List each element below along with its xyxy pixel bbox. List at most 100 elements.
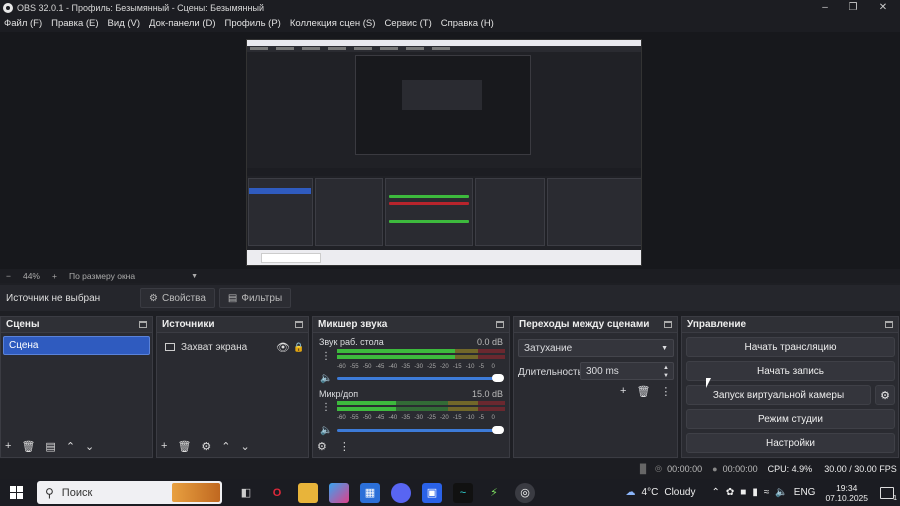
menu-docks[interactable]: Док-панели (D) <box>149 18 215 29</box>
discord-icon[interactable] <box>391 482 411 503</box>
zoom-out-button[interactable]: − <box>6 271 11 281</box>
duration-spinbox[interactable]: 300 ms ▲ ▼ <box>580 362 674 380</box>
move-down-icon[interactable]: ⌄ <box>241 440 250 453</box>
menu-edit[interactable]: Правка (E) <box>51 18 98 29</box>
advanced-audio-icon[interactable]: ⚙ <box>317 440 327 453</box>
channel-db: 15.0 dB <box>471 389 503 399</box>
gear-icon[interactable]: ⚙ <box>201 440 211 453</box>
undock-icon[interactable] <box>496 321 504 328</box>
add-scene-button[interactable]: + <box>5 440 11 452</box>
scale-tick: -25 <box>427 415 436 421</box>
chevron-down-icon: ▼ <box>661 344 668 352</box>
notification-icon[interactable]: 1 <box>880 486 897 502</box>
preview-canvas[interactable] <box>246 39 642 266</box>
scale-tick: -5 <box>478 415 485 421</box>
taskbar-search[interactable]: ⚲ Поиск <box>37 481 222 504</box>
record-time: 00:00:00 <box>722 464 758 474</box>
volume-slider[interactable] <box>337 374 505 382</box>
chevron-down-icon[interactable]: ▼ <box>191 273 198 280</box>
windows-start-icon[interactable] <box>10 486 23 499</box>
volume-icon[interactable]: 🔈 <box>775 487 787 498</box>
menu-profile[interactable]: Профиль (P) <box>225 18 281 29</box>
copilot-icon[interactable] <box>329 482 349 503</box>
stream-icon: ⦾ <box>654 463 663 474</box>
gear-icon: ⚙ <box>880 389 890 402</box>
task-view-icon[interactable]: ◧ <box>236 483 256 503</box>
obs-taskbar-icon[interactable]: ◎ <box>515 482 535 503</box>
app-icon[interactable]: ▣ <box>422 482 442 503</box>
kebab-menu-icon[interactable]: ⋮ <box>339 440 350 453</box>
kebab-menu-icon[interactable]: ⋮ <box>321 351 331 362</box>
settings-button[interactable]: Настройки <box>686 433 895 453</box>
filters-button[interactable]: ▤ Фильтры <box>218 288 292 308</box>
undock-icon[interactable] <box>885 321 893 328</box>
move-down-icon[interactable]: ⌄ <box>85 440 94 453</box>
volume-slider[interactable] <box>337 426 505 434</box>
scale-tick: -40 <box>388 415 398 421</box>
scale-tick: -20 <box>440 415 449 421</box>
transition-select[interactable]: Затухание ▼ <box>518 339 674 357</box>
close-button[interactable]: ✕ <box>868 0 898 15</box>
undock-icon[interactable] <box>295 321 303 328</box>
zoom-in-button[interactable]: + <box>52 271 57 281</box>
slider-handle[interactable] <box>491 426 504 434</box>
slider-handle[interactable] <box>491 374 504 382</box>
virtual-camera-settings-button[interactable]: ⚙ <box>875 385 895 405</box>
kebab-menu-icon[interactable]: ⋮ <box>660 385 671 398</box>
source-item[interactable]: Захват экрана 👁 🔒 <box>157 337 308 357</box>
scale-tick: -60 <box>337 364 346 370</box>
source-toolbar: Источник не выбран ⚙ Свойства ▤ Фильтры <box>0 285 900 311</box>
scale-tick: -10 <box>465 415 475 421</box>
weather-cloud-icon[interactable]: ☁ <box>626 487 636 498</box>
mouse-cursor-icon <box>706 378 711 388</box>
start-virtual-camera-button[interactable]: Запуск виртуальной камеры <box>686 385 871 405</box>
scene-item[interactable]: Сцена <box>3 336 150 355</box>
trash-icon[interactable]: 🗑 <box>21 440 35 453</box>
speaker-icon[interactable]: 🔈 <box>320 373 332 384</box>
channel-db: 0.0 dB <box>476 337 503 347</box>
scale-tick: -15 <box>452 415 462 421</box>
battery-icon[interactable]: ▮ <box>752 487 758 498</box>
add-source-button[interactable]: + <box>161 440 167 452</box>
lightning-app-icon[interactable]: ⚡ <box>484 483 504 503</box>
minimize-button[interactable]: – <box>810 0 840 15</box>
zoom-fit-select[interactable]: По размеру окна <box>69 271 135 281</box>
kebab-menu-icon[interactable]: ⋮ <box>321 402 331 413</box>
undock-icon[interactable] <box>664 321 672 328</box>
tray-chevron-icon[interactable]: ⌃ <box>711 487 719 498</box>
clock[interactable]: 19:34 07.10.2025 <box>825 483 868 503</box>
fps-counter: 30.00 / 30.00 FPS <box>824 464 897 474</box>
eye-icon[interactable]: 👁 <box>276 341 290 354</box>
store-icon[interactable]: ▦ <box>360 482 380 503</box>
trash-icon[interactable]: 🗑 <box>636 385 650 398</box>
properties-button[interactable]: ⚙ Свойства <box>140 288 215 308</box>
tray-app-icon[interactable]: ✿ <box>726 487 734 498</box>
start-recording-button[interactable]: Начать запись <box>686 361 895 381</box>
audio-mixer-dock: Микшер звука Звук раб. стола 0.0 dB ⋮ -6… <box>312 316 510 458</box>
scene-filters-icon[interactable]: ▤ <box>45 440 55 453</box>
weather-temp: 4°C <box>641 487 659 498</box>
start-streaming-button[interactable]: Начать трансляцию <box>686 337 895 357</box>
spin-arrows-icon[interactable]: ▲ ▼ <box>663 364 669 380</box>
opera-icon[interactable]: O <box>267 483 287 503</box>
file-explorer-icon[interactable] <box>298 482 318 503</box>
trash-icon[interactable]: 🗑 <box>177 440 191 453</box>
lock-icon[interactable]: 🔒 <box>293 342 304 353</box>
menu-help[interactable]: Справка (H) <box>441 18 494 29</box>
menu-tools[interactable]: Сервис (T) <box>384 18 431 29</box>
maximize-button[interactable]: ❐ <box>838 0 868 15</box>
studio-mode-button[interactable]: Режим студии <box>686 409 895 429</box>
wifi-icon[interactable]: ≈ <box>764 487 770 498</box>
menu-scene-collection[interactable]: Коллекция сцен (S) <box>290 18 376 29</box>
move-up-icon[interactable]: ⌃ <box>66 440 75 453</box>
filter-icon: ▤ <box>227 292 238 304</box>
menu-file[interactable]: Файл (F) <box>4 18 42 29</box>
menu-view[interactable]: Вид (V) <box>108 18 141 29</box>
move-up-icon[interactable]: ⌃ <box>221 440 230 453</box>
tray-app-icon[interactable]: ■ <box>740 487 746 498</box>
language-indicator[interactable]: ENG <box>794 487 816 498</box>
meter-scale: -60 -55 -50 -45 -40 -35 -30 -25 -20 -15 -10 -5 0 <box>337 364 505 372</box>
undock-icon[interactable] <box>139 321 147 328</box>
terminal-icon[interactable]: ~ <box>453 482 473 503</box>
add-transition-button[interactable]: + <box>620 385 626 398</box>
